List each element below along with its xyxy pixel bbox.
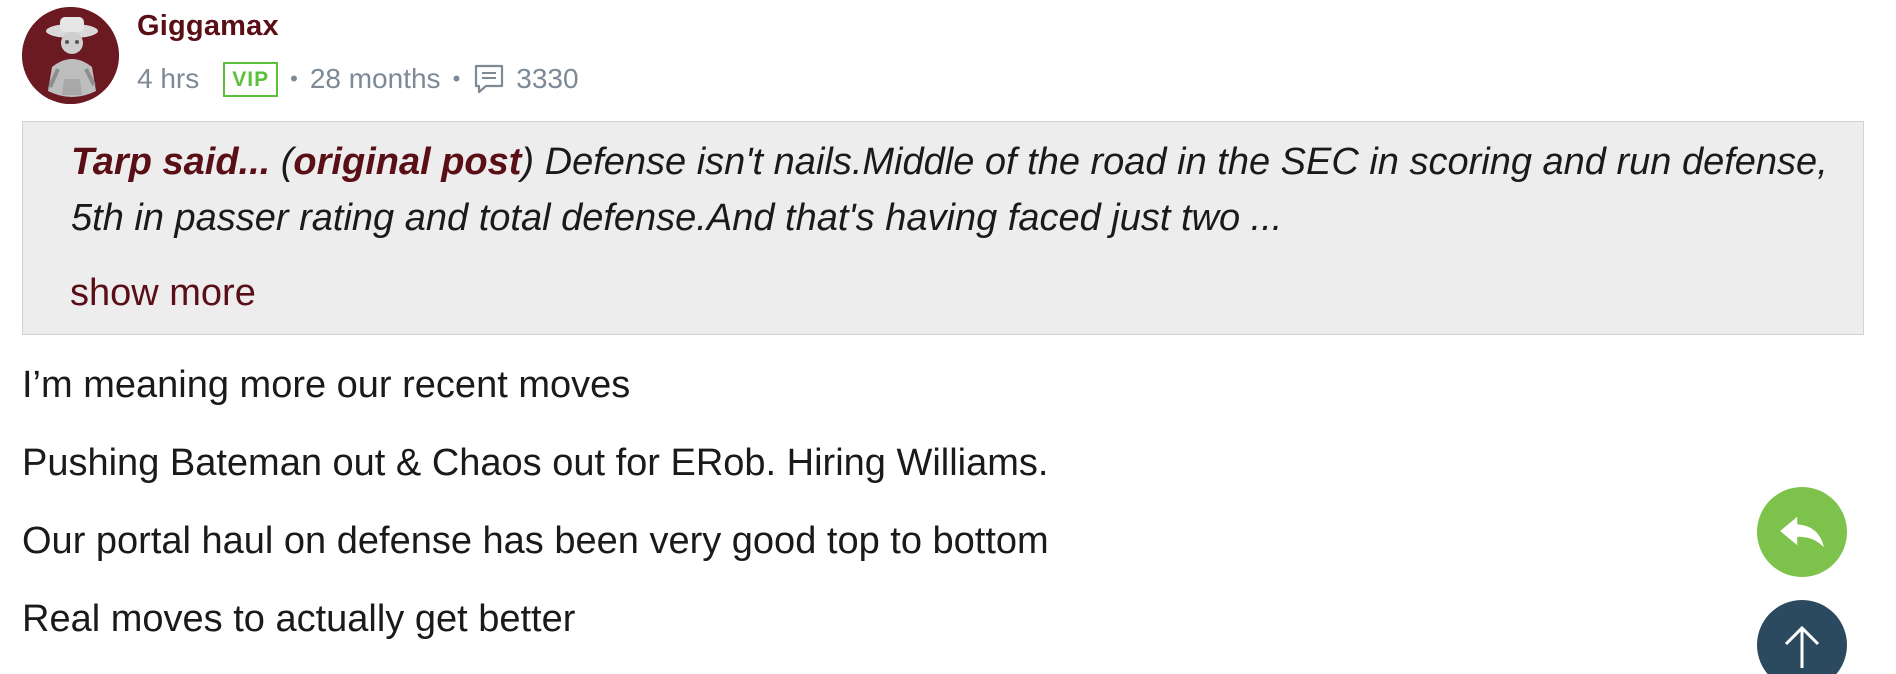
member-tenure: 28 months [309,63,441,94]
quote-close-paren: ) [521,141,535,183]
quote-text: Tarp said... (original post) Defense isn… [71,134,1831,246]
reply-icon [1780,516,1824,548]
reply-button[interactable] [1757,487,1847,577]
quote-open-paren: ( [280,141,294,183]
forum-post: Giggamax 4 hrs VIP • 28 months • 3330 Ta… [0,0,1896,674]
scroll-to-top-button[interactable] [1757,600,1847,674]
quote-author: Tarp said... [71,141,271,183]
vip-badge: VIP [223,61,279,97]
separator-dot: • [452,66,461,91]
post-count: 3330 [516,63,579,94]
arrow-up-icon [1784,625,1820,668]
username[interactable]: Giggamax [137,10,279,43]
post-body-line: Our portal haul on defense has been very… [22,520,1049,562]
post-body-line: Real moves to actually get better [22,598,576,640]
show-more-link[interactable]: show more [70,272,256,315]
cowboy-mascot-avatar-icon [22,7,119,104]
avatar[interactable] [22,7,119,104]
post-body-line: I’m meaning more our recent moves [22,364,631,406]
post-time: 4 hrs [137,63,200,94]
post-meta: 4 hrs VIP • 28 months • 3330 [137,60,579,98]
quote-block: Tarp said... (original post) Defense isn… [22,121,1864,335]
post-body-line: Pushing Bateman out & Chaos out for ERob… [22,442,1049,484]
original-post-link[interactable]: original post [293,141,521,183]
comment-icon [472,62,506,96]
separator-dot: • [290,66,298,91]
